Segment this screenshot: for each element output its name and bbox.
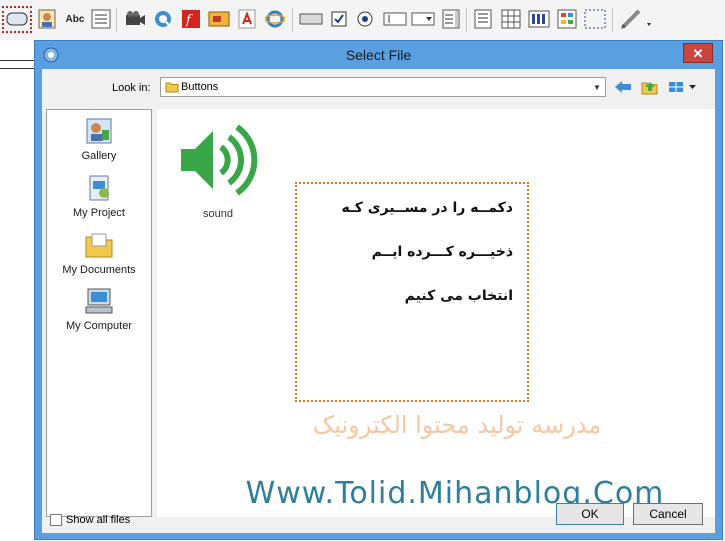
chevron-down-icon[interactable]: ▼ <box>589 78 605 96</box>
gallery-icon <box>86 118 112 144</box>
documents-icon <box>85 233 113 258</box>
top-toolbar: Abc f <box>0 0 725 41</box>
image-tool[interactable] <box>36 8 58 30</box>
checkbox-box[interactable] <box>50 514 62 526</box>
button-tool[interactable] <box>6 8 28 30</box>
look-in-value: Buttons <box>181 81 219 93</box>
radio-tool[interactable] <box>354 8 376 30</box>
internet-explorer-icon[interactable] <box>264 8 286 30</box>
combobox-tool[interactable] <box>410 8 436 30</box>
columns-tool[interactable] <box>528 8 550 30</box>
show-all-files-checkbox[interactable]: Show all files <box>50 514 130 526</box>
computer-icon <box>85 288 113 314</box>
speaker-icon <box>181 124 258 196</box>
annotation-line-1: دکمــه را در مســیری کـه <box>341 200 513 216</box>
list-tool[interactable] <box>90 8 112 30</box>
slideshow-icon[interactable] <box>208 8 230 30</box>
up-folder-icon[interactable] <box>640 77 660 97</box>
place-my-documents[interactable]: My Documents <box>47 230 151 276</box>
dialog-titlebar[interactable]: Select File ✕ <box>35 41 722 69</box>
checkbox-tool[interactable] <box>328 8 350 30</box>
frame-tool[interactable] <box>584 8 606 30</box>
close-button[interactable]: ✕ <box>683 43 713 63</box>
look-in-combobox[interactable]: Buttons ▼ <box>160 77 606 97</box>
ok-button[interactable]: OK <box>556 503 624 525</box>
pdf-icon[interactable] <box>236 8 258 30</box>
annotation-box: دکمــه را در مســیری کـه ذخیـــره کـــرد… <box>295 182 529 402</box>
file-item-sound[interactable]: sound <box>173 119 263 220</box>
chart-tool[interactable] <box>556 8 578 30</box>
textbox-tool[interactable] <box>298 8 324 30</box>
watermark-persian: مدرسه تولید محتوا الکترونیک <box>312 411 602 439</box>
document-tool[interactable] <box>472 8 494 30</box>
flash-icon[interactable]: f <box>180 8 202 30</box>
cancel-button[interactable]: Cancel <box>633 503 703 525</box>
place-gallery[interactable]: Gallery <box>47 116 151 162</box>
video-icon[interactable] <box>124 8 146 30</box>
file-list: sound دکمــه را در مســیری کـه ذخیـــره … <box>157 109 715 517</box>
place-my-computer[interactable]: My Computer <box>47 286 151 332</box>
annotation-line-3: انتخاب می کنیم <box>404 288 513 304</box>
dialog-body: Look in: Buttons ▼ Gallery My Project My… <box>42 69 715 533</box>
place-my-project[interactable]: My Project <box>47 173 151 219</box>
annotation-line-2: ذخیـــره کـــرده ایــم <box>371 244 513 260</box>
select-file-dialog: Select File ✕ Look in: Buttons ▼ Gallery <box>34 40 723 540</box>
places-bar: Gallery My Project My Documents My Compu… <box>46 109 152 517</box>
look-in-label: Look in: <box>112 82 151 94</box>
folder-icon <box>165 81 179 96</box>
text-tool[interactable]: Abc <box>62 8 88 30</box>
back-arrow-icon[interactable] <box>613 77 633 97</box>
dialog-title: Select File <box>345 47 412 63</box>
left-ruler <box>0 40 34 541</box>
project-icon <box>89 175 109 201</box>
listbox-tool[interactable] <box>440 8 462 30</box>
pencil-tool[interactable] <box>618 8 654 30</box>
view-menu-icon[interactable] <box>666 77 700 97</box>
file-label: sound <box>203 208 233 220</box>
quicktime-icon[interactable] <box>152 8 174 30</box>
table-tool[interactable] <box>500 8 522 30</box>
input-field-tool[interactable] <box>382 8 408 30</box>
